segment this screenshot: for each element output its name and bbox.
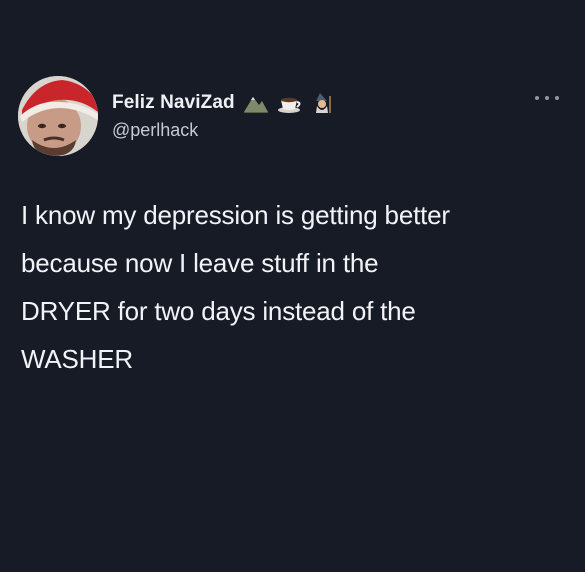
author-handle[interactable]: @perlhack [112,120,525,141]
tweet-text-line: I know my depression is getting better [21,200,450,230]
more-dot [555,96,559,100]
author-display-name[interactable]: Feliz NaviZad [112,92,235,114]
wizard-icon [311,92,337,114]
tweet-author[interactable]: Feliz NaviZad @perlhack [112,92,525,141]
tweet-text: I know my depression is getting better b… [21,191,569,383]
tweet-text-line: DRYER for two days instead of the [21,296,416,326]
mountain-icon [243,92,269,114]
more-dot [535,96,539,100]
more-dot [545,96,549,100]
tweet-card: Feliz NaviZad @perlhack I know my depres… [0,0,585,572]
tweet-text-line: because now I leave stuff in the [21,248,379,278]
tweet-text-line: WASHER [21,344,133,374]
author-avatar[interactable] [18,76,98,156]
coffee-cup-icon [277,92,303,114]
avatar-image [18,76,98,156]
author-name-row: Feliz NaviZad [112,92,525,114]
more-options-icon[interactable] [535,93,559,103]
